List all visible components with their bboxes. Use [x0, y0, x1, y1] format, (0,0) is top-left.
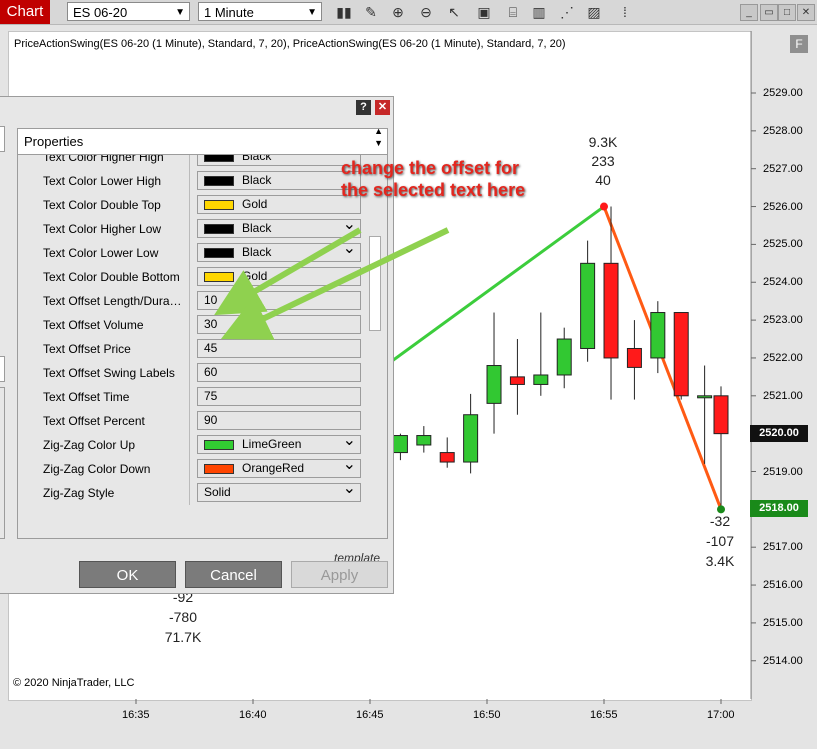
annotation-text: change the offset for the selected text …: [341, 158, 526, 200]
annotation-arrows: [214, 227, 450, 340]
annotation-arrow-1: [214, 227, 362, 316]
